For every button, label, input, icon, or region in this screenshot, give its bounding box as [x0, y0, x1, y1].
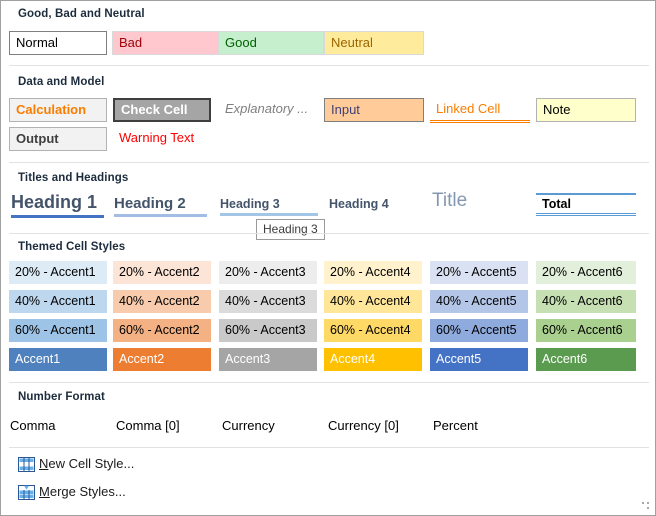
style-cell-normal[interactable]: Normal	[9, 31, 107, 55]
themed-cell-accent1[interactable]: Accent1	[9, 348, 107, 371]
style-cell-input[interactable]: Input	[324, 98, 424, 122]
style-cell-bad[interactable]: Bad	[112, 31, 218, 55]
section-title-titles-and-headings: Titles and Headings	[18, 172, 129, 184]
themed-cell-20-accent2[interactable]: 20% - Accent2	[113, 261, 211, 284]
cell-styles-gallery: Good, Bad and Neutral Normal Bad Good Ne…	[0, 0, 656, 516]
themed-cell-40-accent3[interactable]: 40% - Accent3	[219, 290, 317, 313]
section-title-data-and-model: Data and Model	[18, 76, 105, 88]
merge-styles-icon	[18, 485, 35, 500]
style-cell-calculation[interactable]: Calculation	[9, 98, 107, 122]
themed-cell-accent3[interactable]: Accent3	[219, 348, 317, 371]
themed-cell-40-accent1[interactable]: 40% - Accent1	[9, 290, 107, 313]
style-cell-good[interactable]: Good	[218, 31, 324, 55]
number-format-percent[interactable]: Percent	[433, 418, 478, 433]
section-title-good-bad-neutral: Good, Bad and Neutral	[18, 8, 145, 20]
style-cell-heading-2[interactable]: Heading 2	[114, 195, 207, 217]
themed-cell-accent2[interactable]: Accent2	[113, 348, 211, 371]
themed-cell-accent5[interactable]: Accent5	[430, 348, 528, 371]
new-cell-style-icon	[18, 457, 35, 472]
section-divider	[9, 447, 649, 448]
themed-cell-60-accent2[interactable]: 60% - Accent2	[113, 319, 211, 342]
themed-cell-20-accent6[interactable]: 20% - Accent6	[536, 261, 636, 284]
style-cell-total[interactable]: Total	[536, 193, 636, 216]
style-cell-explanatory-text[interactable]: Explanatory ...	[219, 98, 319, 122]
themed-cell-20-accent1[interactable]: 20% - Accent1	[9, 261, 107, 284]
number-format-currency[interactable]: Currency	[222, 418, 275, 433]
themed-cell-accent6[interactable]: Accent6	[536, 348, 636, 371]
section-title-themed-cell-styles: Themed Cell Styles	[18, 241, 126, 253]
tooltip-heading-3: Heading 3	[256, 219, 325, 240]
themed-cell-40-accent6[interactable]: 40% - Accent6	[536, 290, 636, 313]
number-format-comma-0[interactable]: Comma [0]	[116, 418, 180, 433]
style-cell-neutral[interactable]: Neutral	[324, 31, 424, 55]
style-cell-heading-1[interactable]: Heading 1	[11, 192, 104, 218]
themed-cell-40-accent5[interactable]: 40% - Accent5	[430, 290, 528, 313]
themed-cell-20-accent3[interactable]: 20% - Accent3	[219, 261, 317, 284]
section-divider	[9, 65, 649, 66]
themed-cell-40-accent4[interactable]: 40% - Accent4	[324, 290, 422, 313]
style-cell-heading-3[interactable]: Heading 3	[220, 197, 318, 216]
style-cell-linked-cell[interactable]: Linked Cell	[430, 98, 530, 123]
new-cell-style-rest: ew Cell Style...	[48, 456, 135, 471]
style-cell-heading-4[interactable]: Heading 4	[329, 197, 419, 213]
merge-styles-rest: erge Styles...	[49, 484, 126, 499]
style-cell-title[interactable]: Title	[432, 190, 522, 212]
themed-cell-60-accent5[interactable]: 60% - Accent5	[430, 319, 528, 342]
themed-cell-20-accent4[interactable]: 20% - Accent4	[324, 261, 422, 284]
themed-cell-40-accent2[interactable]: 40% - Accent2	[113, 290, 211, 313]
style-cell-warning-text[interactable]: Warning Text	[113, 127, 223, 151]
menu-item-new-cell-style[interactable]: New Cell Style...	[1, 455, 655, 477]
style-cell-output[interactable]: Output	[9, 127, 107, 151]
new-cell-style-label: New Cell Style...	[39, 456, 134, 471]
section-divider	[9, 382, 649, 383]
number-format-currency-0[interactable]: Currency [0]	[328, 418, 399, 433]
themed-cell-60-accent4[interactable]: 60% - Accent4	[324, 319, 422, 342]
themed-cell-accent4[interactable]: Accent4	[324, 348, 422, 371]
new-cell-style-accel: N	[39, 456, 49, 471]
menu-item-merge-styles[interactable]: Merge Styles...	[1, 483, 655, 505]
merge-styles-accel: M	[39, 484, 50, 499]
themed-cell-60-accent1[interactable]: 60% - Accent1	[9, 319, 107, 342]
themed-cell-60-accent3[interactable]: 60% - Accent3	[219, 319, 317, 342]
section-divider	[9, 162, 649, 163]
section-title-number-format: Number Format	[18, 391, 105, 403]
section-divider	[9, 233, 649, 234]
themed-cell-60-accent6[interactable]: 60% - Accent6	[536, 319, 636, 342]
style-cell-note[interactable]: Note	[536, 98, 636, 122]
number-format-comma[interactable]: Comma	[10, 418, 56, 433]
themed-cell-20-accent5[interactable]: 20% - Accent5	[430, 261, 528, 284]
style-cell-check-cell[interactable]: Check Cell	[113, 98, 211, 122]
merge-styles-label: Merge Styles...	[39, 484, 126, 499]
